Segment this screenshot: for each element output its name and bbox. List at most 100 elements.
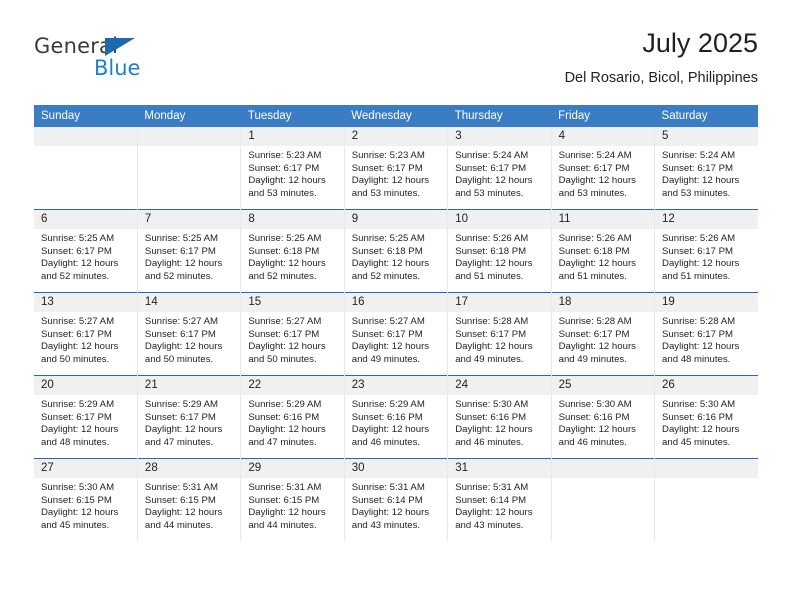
calendar-day-cell[interactable]: 11 Sunrise: 5:26 AM Sunset: 6:18 PM Dayligh… [551,209,656,293]
calendar-day-cell[interactable]: 1 Sunrise: 5:23 AM Sunset: 6:17 PM Daylight… [240,127,345,210]
sun-info-line: and 53 minutes. [662,187,731,199]
weekday-header-cell: Thursday [447,105,552,127]
sun-info: Sunrise: 5:24 AM Sunset: 6:17 PM Daylight:… [552,146,654,200]
title-block: July 2025 Del Rosario, Bicol, Philippine… [565,26,758,87]
sun-info: Sunrise: 5:31 AM Sunset: 6:14 PM Daylight:… [345,478,447,532]
calendar-day-cell[interactable]: 26 Sunrise: 5:30 AM Sunset: 6:16 PM Dayligh… [654,375,758,459]
calendar-day-cell[interactable]: 23 Sunrise: 5:29 AM Sunset: 6:16 PM Dayligh… [344,375,449,459]
day-number: 26 [655,376,758,395]
sun-info: Sunrise: 5:30 AM Sunset: 6:16 PM Daylight:… [552,395,654,449]
day-number: 23 [344,376,448,395]
sun-info-line: Sunset: 6:16 PM [558,411,630,423]
calendar-day-cell[interactable]: 30 Sunrise: 5:31 AM Sunset: 6:14 PM Dayligh… [344,458,449,541]
sun-info: Sunrise: 5:28 AM Sunset: 6:17 PM Daylight:… [552,312,654,366]
calendar-day-cell[interactable]: 14 Sunrise: 5:27 AM Sunset: 6:17 PM Dayligh… [137,292,242,376]
day-number: 29 [241,459,344,478]
calendar-day-cell[interactable]: 4 Sunrise: 5:24 AM Sunset: 6:17 PM Daylight… [551,127,656,210]
calendar-day-cell[interactable]: 18 Sunrise: 5:28 AM Sunset: 6:17 PM Dayligh… [551,292,656,376]
sun-info: Sunrise: 5:25 AM Sunset: 6:17 PM Daylight:… [138,229,240,283]
calendar-day-cell[interactable]: 12 Sunrise: 5:26 AM Sunset: 6:17 PM Dayligh… [654,209,758,293]
calendar-day-cell[interactable]: 10 Sunrise: 5:26 AM Sunset: 6:18 PM Dayligh… [447,209,552,293]
day-number [34,127,137,146]
calendar-day-cell[interactable]: 16 Sunrise: 5:27 AM Sunset: 6:17 PM Dayligh… [344,292,449,376]
sun-info-line: and 43 minutes. [351,519,421,531]
calendar-day-cell[interactable]: 20 Sunrise: 5:29 AM Sunset: 6:17 PM Dayligh… [34,375,138,459]
sun-info: Sunrise: 5:31 AM Sunset: 6:14 PM Daylight:… [448,478,550,532]
general-blue-logo[interactable]: General Blue [34,34,164,86]
day-number: 12 [655,210,758,229]
sun-info-line: Daylight: 12 hours [662,424,740,436]
day-number: 22 [241,376,344,395]
calendar-day-cell[interactable]: 5 Sunrise: 5:24 AM Sunset: 6:17 PM Daylight… [654,127,758,210]
weekday-header-cell: Friday [551,105,655,127]
page-subtitle: Del Rosario, Bicol, Philippines [564,70,758,86]
calendar-day-cell[interactable]: 29 Sunrise: 5:31 AM Sunset: 6:15 PM Dayligh… [240,458,345,541]
sun-info: Sunrise: 5:29 AM Sunset: 6:17 PM Daylight:… [138,395,240,449]
day-number: 14 [137,293,241,312]
sun-info-line: Sunrise: 5:28 AM [455,316,529,327]
calendar-table: Sunday Monday Tuesday Wednesday Thursday Frid… [34,105,758,541]
sun-info-line: Daylight: 12 hours [41,424,119,436]
day-number: 4 [551,127,655,146]
sun-info-line: Sunrise: 5:30 AM [662,399,736,410]
sun-info: Sunrise: 5:29 AM Sunset: 6:17 PM Daylight:… [34,395,137,449]
calendar-day-cell[interactable]: 19 Sunrise: 5:28 AM Sunset: 6:17 PM Dayligh… [654,292,758,376]
calendar-day-cell[interactable]: 17 Sunrise: 5:28 AM Sunset: 6:17 PM Dayligh… [447,292,552,376]
sun-info: Sunrise: 5:30 AM Sunset: 6:16 PM Daylight:… [448,395,550,449]
sun-info-line: and 52 minutes. [144,270,214,282]
calendar-day-cell[interactable]: 6 Sunrise: 5:25 AM Sunset: 6:17 PM Daylight… [34,209,138,293]
sun-info-line: and 50 minutes. [41,353,110,365]
sun-info-line: Sunset: 6:17 PM [455,328,527,340]
calendar-day-cell[interactable]: 8 Sunrise: 5:25 AM Sunset: 6:18 PM Daylight… [240,209,345,293]
day-number: 20 [34,376,137,395]
weekday-header-cell: Sunday [34,105,138,127]
sun-info-line: Sunset: 6:17 PM [248,162,320,174]
sun-info: Sunrise: 5:25 AM Sunset: 6:17 PM Daylight:… [34,229,137,283]
sun-info-line: Sunrise: 5:26 AM [558,233,632,244]
sun-info-line: and 50 minutes. [248,353,317,365]
sun-info-line: and 50 minutes. [144,353,214,365]
calendar-day-cell[interactable]: 7 Sunrise: 5:25 AM Sunset: 6:17 PM Daylight… [137,209,242,293]
calendar-day-cell[interactable]: 22 Sunrise: 5:29 AM Sunset: 6:16 PM Dayligh… [240,375,345,459]
calendar-day-cell[interactable]: 21 Sunrise: 5:29 AM Sunset: 6:17 PM Dayligh… [137,375,242,459]
calendar-day-cell[interactable]: 3 Sunrise: 5:24 AM Sunset: 6:17 PM Daylight… [447,127,552,210]
calendar-day-cell[interactable]: 28 Sunrise: 5:31 AM Sunset: 6:15 PM Dayligh… [137,458,242,541]
calendar-day-cell[interactable]: 9 Sunrise: 5:25 AM Sunset: 6:18 PM Daylight… [344,209,449,293]
sun-info: Sunrise: 5:27 AM Sunset: 6:17 PM Daylight:… [34,312,137,366]
sun-info: Sunrise: 5:25 AM Sunset: 6:18 PM Daylight:… [241,229,343,283]
sun-info-line: Daylight: 12 hours [41,507,119,519]
sun-info-line: Sunrise: 5:29 AM [144,399,218,410]
sun-info-line: Daylight: 12 hours [351,424,430,436]
calendar-day-cell[interactable]: 25 Sunrise: 5:30 AM Sunset: 6:16 PM Dayligh… [551,375,656,459]
sun-info-line: and 44 minutes. [144,519,214,531]
day-number: 24 [448,376,551,395]
weekday-header-cell: Wednesday [344,105,448,127]
calendar-page: General Blue July 2025 Del Rosario, Bico… [0,0,792,612]
calendar-day-cell[interactable]: 2 Sunrise: 5:23 AM Sunset: 6:17 PM Daylight… [344,127,449,210]
sun-info: Sunrise: 5:30 AM Sunset: 6:15 PM Daylight:… [34,478,137,532]
day-number: 5 [655,127,758,146]
sun-info-line: Sunrise: 5:24 AM [455,150,529,161]
calendar-day-cell[interactable]: 15 Sunrise: 5:27 AM Sunset: 6:17 PM Dayligh… [240,292,345,376]
sun-info-line: and 52 minutes. [248,270,317,282]
calendar-day-cell[interactable]: 31 Sunrise: 5:31 AM Sunset: 6:14 PM Dayligh… [447,458,552,541]
calendar-day-cell[interactable]: 24 Sunrise: 5:30 AM Sunset: 6:16 PM Dayligh… [447,375,552,459]
day-number: 19 [655,293,758,312]
logo-text-blue: Blue [94,56,141,80]
day-number [551,459,655,478]
sun-info-line: Sunrise: 5:23 AM [248,150,322,161]
calendar-day-cell[interactable]: 27 Sunrise: 5:30 AM Sunset: 6:15 PM Dayligh… [34,458,138,541]
sun-info-line: Daylight: 12 hours [41,258,119,270]
calendar-week-row: 6 Sunrise: 5:25 AM Sunset: 6:17 PM Daylight… [34,209,758,293]
sun-info-line: Daylight: 12 hours [558,258,636,270]
day-number: 25 [551,376,655,395]
calendar-week-row: 27 Sunrise: 5:30 AM Sunset: 6:15 PM Dayligh… [34,458,758,541]
day-number: 30 [344,459,448,478]
calendar-body: 1 Sunrise: 5:23 AM Sunset: 6:17 PM Daylight… [34,127,758,541]
sun-info-line: Sunset: 6:17 PM [558,162,630,174]
sun-info-line: Daylight: 12 hours [662,341,740,353]
sun-info-line: Sunrise: 5:31 AM [248,482,322,493]
calendar-day-cell[interactable]: 13 Sunrise: 5:27 AM Sunset: 6:17 PM Dayligh… [34,292,138,376]
sun-info-line: Sunset: 6:17 PM [455,162,527,174]
sun-info: Sunrise: 5:27 AM Sunset: 6:17 PM Daylight:… [241,312,343,366]
